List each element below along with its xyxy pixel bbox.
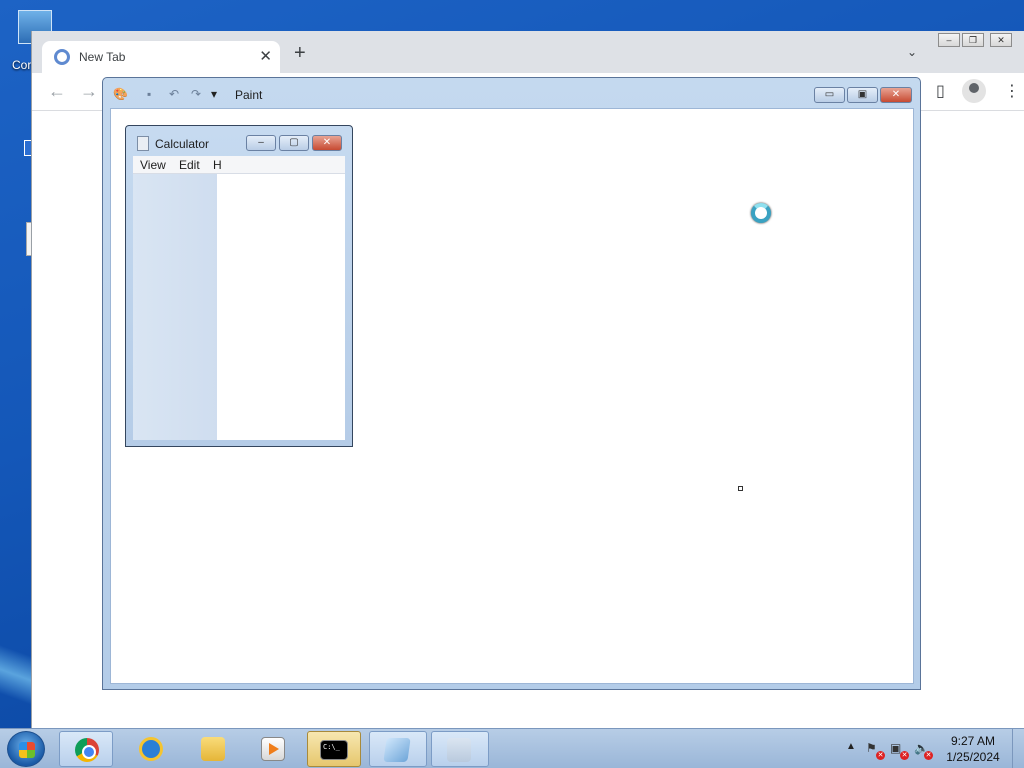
chrome-titlebar: New Tab ✕ + ⌄ – ❐ ✕ — [32, 31, 1024, 73]
taskbar-internet-explorer[interactable] — [124, 731, 178, 767]
chrome-minimize-button[interactable]: – — [938, 33, 960, 47]
tab-title: New Tab — [79, 50, 126, 64]
show-hidden-icons-arrow-icon[interactable]: ▲ — [846, 741, 856, 752]
calculator-menubar: View Edit H — [133, 156, 345, 174]
paint-title: Paint — [235, 88, 263, 102]
profile-avatar-icon[interactable] — [962, 79, 986, 103]
internet-explorer-icon — [139, 737, 163, 761]
chrome-icon — [75, 738, 99, 762]
wallpaper-swoosh — [0, 620, 32, 730]
clock-time: 9:27 AM — [950, 734, 996, 748]
back-arrow-icon[interactable]: ← — [48, 81, 66, 102]
paint-close-button[interactable]: ✕ — [880, 87, 912, 103]
clock-date: 1/25/2024 — [946, 750, 1000, 764]
network-icon[interactable]: ▣ ✕ — [890, 741, 909, 760]
calculator-title: Calculator — [155, 137, 210, 151]
windows-logo-icon — [19, 742, 35, 758]
paint-icon — [383, 738, 411, 762]
system-clock[interactable]: 9:27 AM 1/25/2024 — [938, 733, 1008, 765]
calculator-maximize-button[interactable]: ▢ — [279, 135, 309, 151]
calculator-icon — [447, 738, 471, 762]
show-desktop-button[interactable] — [1012, 729, 1024, 768]
save-icon[interactable]: ▪ — [147, 87, 151, 101]
taskbar-paint[interactable] — [369, 731, 427, 767]
calculator-minimize-button[interactable]: – — [246, 135, 276, 151]
customize-toolbar-dropdown-icon[interactable]: ▾ — [211, 87, 217, 101]
volume-muted-icon[interactable]: 🔈 ✕ — [914, 741, 933, 760]
tab-close-icon[interactable]: ✕ — [259, 47, 272, 65]
paint-maximize-button[interactable]: ▣ — [847, 87, 878, 103]
calculator-body: View Edit H — [133, 156, 345, 440]
paint-minimize-button[interactable]: ▭ — [814, 87, 845, 103]
undo-icon[interactable]: ↶ — [169, 87, 179, 101]
chrome-close-button[interactable]: ✕ — [990, 33, 1012, 47]
taskbar-calculator[interactable] — [431, 731, 489, 767]
taskbar-chrome[interactable] — [59, 731, 113, 767]
menu-help[interactable]: H — [213, 158, 222, 172]
chromium-favicon-icon — [54, 49, 70, 65]
action-center-flag-icon[interactable]: ⚑ ✕ — [866, 741, 885, 760]
media-player-icon — [261, 737, 285, 761]
new-tab-button[interactable]: + — [294, 43, 306, 63]
taskbar-file-explorer[interactable] — [186, 731, 240, 767]
side-panel-icon[interactable]: ▯ — [936, 81, 945, 101]
calculator-window: Calculator – ▢ ✕ View Edit H — [125, 125, 353, 447]
chrome-restore-button[interactable]: ❐ — [962, 33, 984, 47]
redo-icon[interactable]: ↷ — [191, 87, 201, 101]
folder-icon — [201, 737, 225, 761]
taskbar-media-player[interactable] — [246, 731, 300, 767]
forward-arrow-icon[interactable]: → — [80, 81, 98, 102]
menu-view[interactable]: View — [140, 158, 166, 172]
tab-search-chevron-icon[interactable]: ⌄ — [907, 45, 917, 59]
paint-app-icon[interactable]: 🎨 — [113, 87, 128, 101]
command-prompt-icon: C:\_ — [320, 740, 348, 760]
start-button[interactable] — [7, 731, 45, 767]
busy-cursor-icon — [751, 203, 771, 223]
chrome-menu-icon[interactable]: ⋮ — [1004, 81, 1020, 101]
calculator-close-button[interactable]: ✕ — [312, 135, 342, 151]
canvas-resize-handle[interactable] — [738, 486, 743, 491]
taskbar-command-prompt[interactable]: C:\_ — [307, 731, 361, 767]
taskbar: C:\_ ▲ ⚑ ✕ ▣ ✕ 🔈 ✕ 9:27 AM 1/25/2024 — [0, 728, 1024, 768]
calculator-side-panel — [133, 174, 217, 440]
menu-edit[interactable]: Edit — [179, 158, 200, 172]
calculator-icon — [137, 136, 149, 151]
tab-new-tab[interactable]: New Tab ✕ — [42, 41, 280, 73]
